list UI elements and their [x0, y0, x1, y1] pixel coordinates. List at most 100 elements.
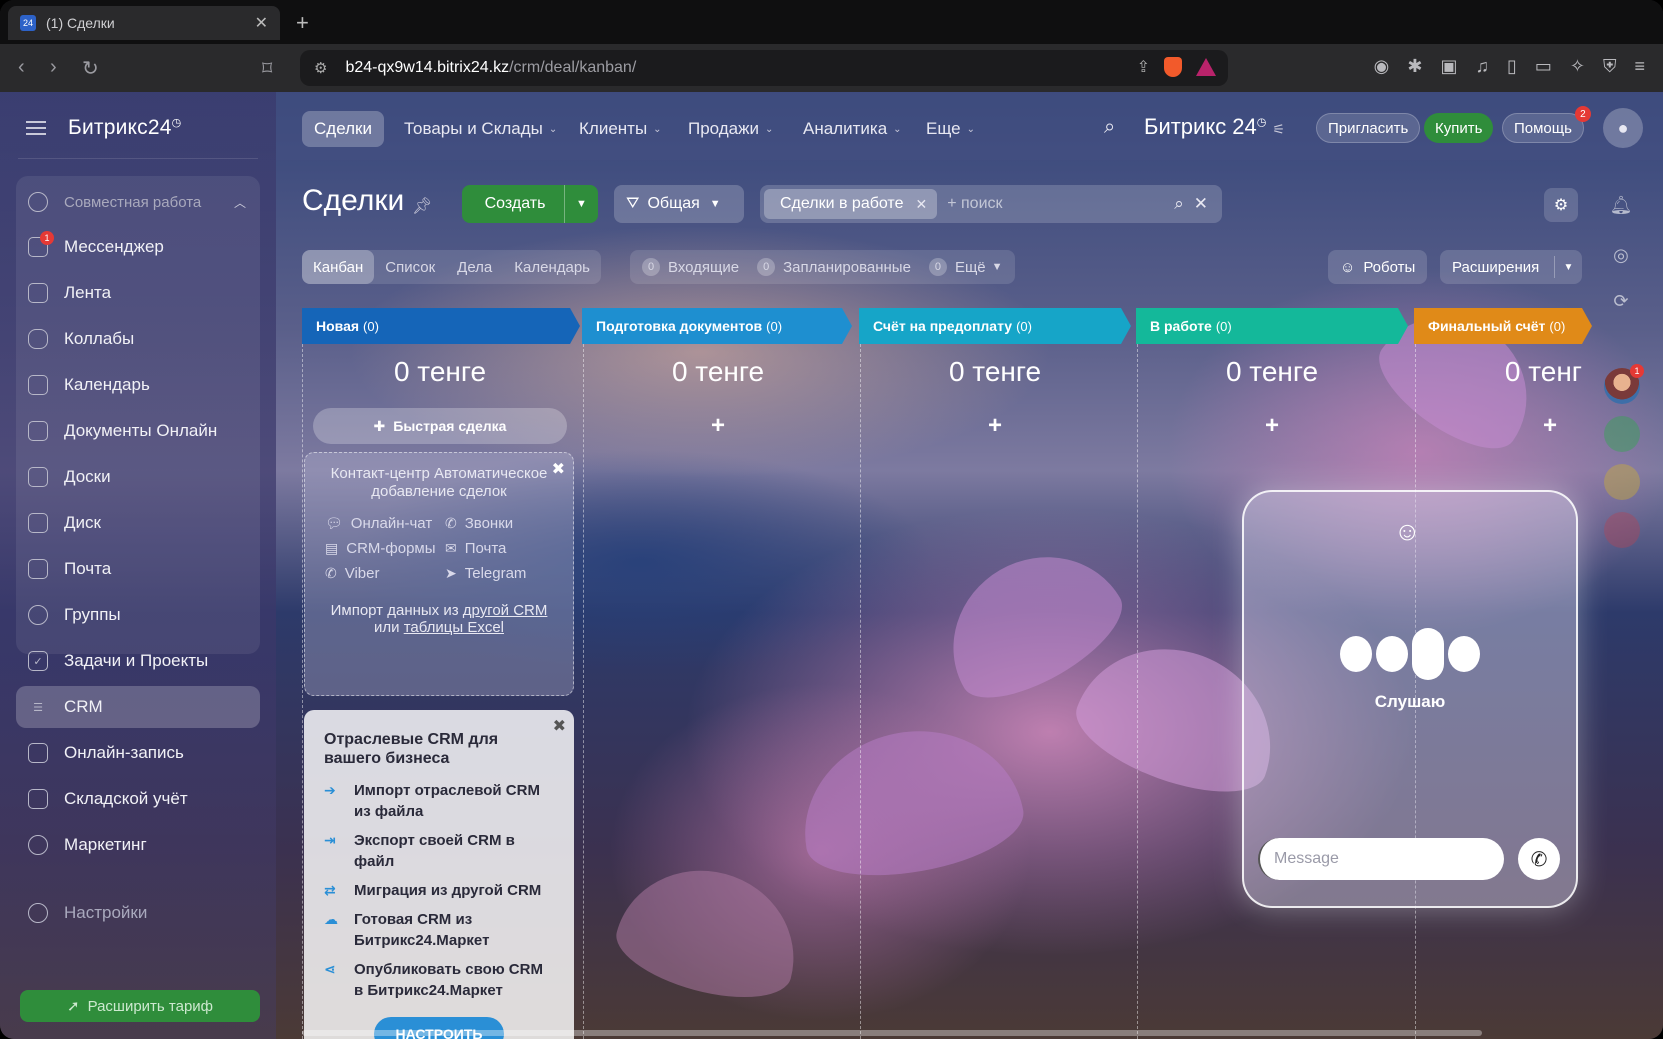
sidebar-item-mail[interactable]: Почта [16, 548, 260, 590]
nav-more[interactable]: Еще ⌄ [914, 111, 987, 147]
nav-analytics[interactable]: Аналитика ⌄ [791, 111, 914, 147]
sidebar-item-groups[interactable]: Группы [16, 594, 260, 636]
site-settings-icon[interactable]: ⚙ [314, 59, 327, 77]
translate-icon[interactable]: ▣ [1440, 56, 1457, 77]
wallet-icon[interactable]: ▭ [1535, 56, 1552, 77]
nav-sales[interactable]: Продажи ⌄ [676, 111, 785, 147]
extensions-button[interactable]: Расширения ▼ [1440, 250, 1582, 284]
user-avatar[interactable]: ● [1603, 108, 1643, 148]
robots-button[interactable]: ☺ Роботы [1328, 250, 1428, 284]
clear-icon[interactable]: ✕ [1194, 194, 1208, 214]
industry-crm-item[interactable]: ⋖ Опубликовать свою CRM в Битрикс24.Марке… [304, 955, 574, 1005]
pin-icon[interactable]: 📌︎ [412, 196, 432, 216]
channel-mail[interactable]: ✉ Почта [445, 540, 559, 557]
brave-shields-icon[interactable] [1164, 57, 1182, 77]
column-header-final[interactable]: Финальный счёт (0) [1414, 308, 1592, 344]
column-header-new[interactable]: Новая (0) [302, 308, 580, 344]
industry-crm-item[interactable]: ⇄ Миграция из другой CRM [304, 876, 574, 905]
filter-chip[interactable]: Сделки в работе ✕ [764, 189, 938, 219]
sidebar-item-crm[interactable]: ☰ CRM [16, 686, 260, 728]
close-tab-icon[interactable]: ✕ [255, 13, 268, 33]
quick-deal-button[interactable]: ✚ Быстрая сделка [313, 408, 567, 444]
bitrix-logo[interactable]: Битрикс24◷ [68, 116, 181, 140]
sidebar-item-warehouse[interactable]: Складской учёт [16, 778, 260, 820]
sync-icon[interactable]: ⟳ [1608, 288, 1634, 314]
leo-icon[interactable]: ◉ [1374, 56, 1390, 77]
menu-icon[interactable]: ≡ [1634, 56, 1645, 77]
share-icon[interactable]: ⇪ [1137, 57, 1150, 77]
vpn-icon[interactable]: ⛨ [1603, 56, 1617, 77]
add-deal-plus-icon[interactable]: + [1142, 412, 1402, 440]
chat-bubble-icon[interactable] [1604, 416, 1640, 452]
add-deal-plus-icon[interactable]: + [865, 412, 1125, 440]
board-settings-button[interactable]: ⚙ [1544, 188, 1578, 222]
nav-clients[interactable]: Клиенты ⌄ [567, 111, 674, 147]
nav-deals[interactable]: Сделки [302, 111, 384, 147]
import-crm-link[interactable]: другой CRM [463, 602, 548, 619]
industry-crm-item[interactable]: ⇥ Экспорт своей CRM в файл [304, 826, 574, 876]
sidebar-item-boards[interactable]: Доски [16, 456, 260, 498]
sidebar-item-settings[interactable]: Настройки [16, 892, 260, 934]
nav-products[interactable]: Товары и Склады ⌄ [392, 111, 569, 147]
sidebar-item-disk[interactable]: Диск [16, 502, 260, 544]
chat-bubble-icon[interactable] [1604, 512, 1640, 548]
search-input[interactable]: + поиск [947, 195, 1174, 213]
sidebar-toggle-icon[interactable]: ▯ [1507, 56, 1517, 77]
tune-icon[interactable]: ⚟ [1273, 121, 1286, 137]
chevron-down-icon[interactable]: ▼ [564, 185, 598, 223]
counter-more[interactable]: 0 Ещё ▼ [928, 258, 1003, 276]
menu-burger-icon[interactable] [26, 121, 46, 135]
sidebar-item-documents[interactable]: Документы Онлайн [16, 410, 260, 452]
copilot-icon[interactable]: ◎ [1608, 242, 1634, 268]
view-calendar[interactable]: Календарь [503, 250, 601, 284]
funnel-selector[interactable]: ⛛ Общая ▼ [614, 185, 744, 223]
reload-icon[interactable]: ↻ [82, 56, 99, 81]
close-icon[interactable]: ✖ [553, 716, 566, 736]
sidebar-item-marketing[interactable]: Маркетинг [16, 824, 260, 866]
channel-telegram[interactable]: ➤ Telegram [445, 565, 559, 582]
industry-crm-item[interactable]: ➔ Импорт отраслевой CRM из файла [304, 776, 574, 826]
end-call-icon[interactable]: ✆ [1518, 838, 1560, 880]
search-icon[interactable]: ⌕ [1174, 194, 1184, 214]
sidebar-item-feed[interactable]: Лента [16, 272, 260, 314]
browser-tab[interactable]: 24 (1) Сделки ✕ [8, 6, 280, 40]
bookmark-icon[interactable]: ⌑ [262, 56, 272, 81]
counter-planned[interactable]: 0 Запланированные [757, 258, 911, 276]
chevron-down-icon[interactable]: ▼ [1554, 256, 1582, 278]
bitrix-header-logo[interactable]: Битрикс 24◷ ⚟ [1144, 114, 1285, 140]
help-button[interactable]: Помощь 2 [1502, 106, 1591, 143]
chat-bubble-icon[interactable] [1604, 464, 1640, 500]
upgrade-plan-button[interactable]: ➚ Расширить тариф [20, 990, 260, 1022]
sidebar-item-collabs[interactable]: Коллабы [16, 318, 260, 360]
counter-incoming[interactable]: 0 Входящие [642, 258, 739, 276]
add-deal-plus-icon[interactable]: + [588, 412, 848, 440]
close-icon[interactable]: ✖ [552, 459, 565, 479]
remove-filter-icon[interactable]: ✕ [915, 196, 927, 213]
import-excel-link[interactable]: таблицы Excel [404, 619, 504, 636]
channel-crm-forms[interactable]: ▤ CRM-формы [325, 540, 439, 557]
extensions-icon[interactable]: ✱ [1407, 56, 1422, 77]
back-icon[interactable]: ‹ [18, 56, 25, 79]
buy-button[interactable]: Купить [1424, 113, 1494, 143]
industry-crm-item[interactable]: ☁ Готовая CRM из Битрикс24.Маркет [304, 905, 574, 955]
sidebar-item-booking[interactable]: Онлайн-запись [16, 732, 260, 774]
bell-icon[interactable]: 🔔︎ [1608, 192, 1634, 218]
channel-calls[interactable]: ✆ Звонки [445, 515, 559, 532]
ai-icon[interactable]: ✧ [1570, 56, 1585, 77]
forward-icon[interactable]: › [50, 56, 57, 79]
address-bar[interactable]: ⚙ b24-qx9w14.bitrix24.kz/crm/deal/kanban… [300, 50, 1228, 86]
column-header-inwork[interactable]: В работе (0) [1136, 308, 1408, 344]
filter-search[interactable]: Сделки в работе ✕ + поиск ⌕ ✕ [760, 185, 1222, 223]
invite-button[interactable]: Пригласить [1316, 113, 1421, 143]
horizontal-scrollbar[interactable] [302, 1030, 1482, 1036]
view-list[interactable]: Список [374, 250, 446, 284]
new-tab-button[interactable]: + [296, 10, 309, 36]
search-icon[interactable]: ⌕ [1104, 116, 1115, 139]
channel-online-chat[interactable]: 💬︎ Онлайн-чат [325, 515, 439, 532]
column-header-prepay[interactable]: Счёт на предоплату (0) [859, 308, 1131, 344]
sidebar-group-header[interactable]: Совместная работа ︿ [16, 181, 260, 223]
sidebar-item-calendar[interactable]: Календарь [16, 364, 260, 406]
create-button[interactable]: Создать ▼ [462, 185, 598, 223]
contact-avatar[interactable]: 1 [1604, 364, 1644, 404]
message-input[interactable]: Message [1258, 838, 1504, 880]
